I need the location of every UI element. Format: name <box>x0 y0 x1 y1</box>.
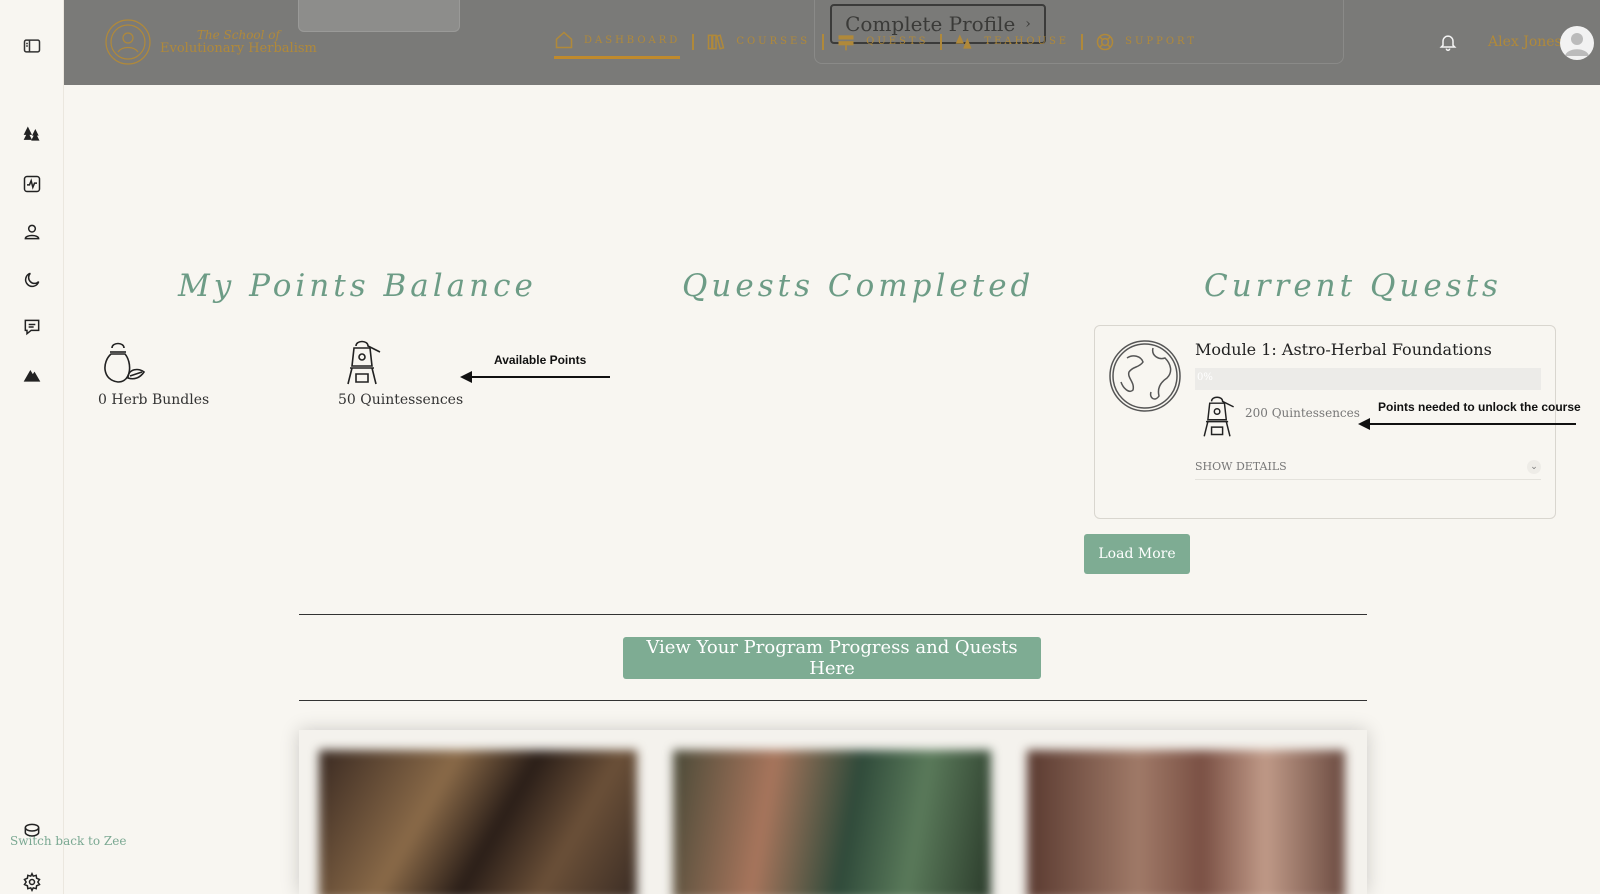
points-balance-title: My Points Balance <box>178 268 537 304</box>
nav-courses-label: COURSES <box>736 36 811 47</box>
show-details-toggle[interactable]: SHOW DETAILS ⌄ <box>1195 454 1541 480</box>
logo-line-2: Evolutionary Herbalism <box>160 41 317 56</box>
left-sidebar: Switch back to Zee <box>0 0 126 894</box>
books-icon <box>708 33 725 50</box>
trees-icon <box>956 34 972 49</box>
avatar[interactable] <box>1560 26 1594 60</box>
divider <box>299 614 1367 615</box>
available-points-annotation: Available Points <box>494 353 587 367</box>
load-more-button[interactable]: Load More <box>1084 534 1190 574</box>
herb-bundle-icon <box>104 342 146 383</box>
nav-teahouse-label: TEAHOUSE <box>984 36 1070 47</box>
globe-icon <box>1109 340 1181 412</box>
main-nav: DASHBOARD COURSES QUESTS TEAHOUSE SUPPOR… <box>554 30 1197 59</box>
nav-teahouse[interactable]: TEAHOUSE <box>954 32 1069 58</box>
divider <box>299 700 1367 701</box>
still-alembic-icon <box>1203 396 1234 437</box>
herb-bundles-balance: 0 Herb Bundles <box>98 338 209 408</box>
nav-support[interactable]: SUPPORT <box>1095 32 1197 58</box>
points-needed-arrow <box>1358 418 1576 430</box>
view-program-progress-button[interactable]: View Your Program Progress and Quests He… <box>623 637 1041 679</box>
activity-icon[interactable] <box>20 172 44 196</box>
quest-progress-label: 0% <box>1197 372 1213 383</box>
quintessences-label: 50 Quintessences <box>338 392 464 408</box>
nav-divider <box>940 33 943 50</box>
signpost-icon <box>838 34 854 50</box>
still-alembic-icon <box>347 340 381 385</box>
bell-icon[interactable] <box>1438 32 1458 52</box>
quest-title: Module 1: Astro-Herbal Foundations <box>1195 340 1492 359</box>
points-needed-annotation: Points needed to unlock the course <box>1378 400 1581 414</box>
content-card-image[interactable] <box>319 750 637 894</box>
school-seal-icon <box>105 19 151 65</box>
available-points-arrow <box>460 371 610 383</box>
avatar-placeholder-icon <box>1565 33 1589 56</box>
settings-gear-icon[interactable] <box>20 870 44 894</box>
nav-divider <box>822 33 825 50</box>
overlay-placeholder-box <box>298 0 460 32</box>
nav-quests[interactable]: QUESTS <box>836 32 928 58</box>
nav-divider <box>1081 33 1084 50</box>
top-header: Complete Profile › The School of Evoluti… <box>64 0 1600 85</box>
support-icon <box>1096 33 1114 50</box>
quests-completed-title: Quests Completed <box>682 268 1035 304</box>
content-card-image[interactable] <box>1027 750 1345 894</box>
herb-bundles-label: 0 Herb Bundles <box>98 392 210 408</box>
content-card-image[interactable] <box>673 750 991 894</box>
quintessences-balance: 50 Quintessences <box>338 338 463 408</box>
moon-icon[interactable] <box>20 268 44 292</box>
nav-dashboard[interactable]: DASHBOARD <box>554 30 681 59</box>
home-icon <box>555 31 573 49</box>
nav-dashboard-label: DASHBOARD <box>584 34 681 46</box>
forest-icon[interactable] <box>20 122 44 146</box>
user-icon[interactable] <box>20 220 44 244</box>
quest-points-required: 200 Quintessences <box>1245 406 1360 420</box>
user-name[interactable]: Alex Jones <box>1488 34 1562 50</box>
current-quests-title: Current Quests <box>1204 268 1502 304</box>
nav-quests-label: QUESTS <box>866 36 929 47</box>
school-logo[interactable]: The School of Evolutionary Herbalism <box>104 18 317 66</box>
chat-icon[interactable] <box>20 315 44 339</box>
nav-divider <box>692 33 695 50</box>
nav-courses[interactable]: COURSES <box>706 32 810 58</box>
sidebar-toggle-icon[interactable] <box>20 34 44 58</box>
quest-card[interactable]: Module 1: Astro-Herbal Foundations 0% 20… <box>1094 325 1556 519</box>
switch-back-link[interactable]: Switch back to Zee <box>10 834 126 848</box>
nav-support-label: SUPPORT <box>1125 36 1198 47</box>
quest-progress-bar: 0% <box>1195 368 1541 390</box>
mountain-icon[interactable] <box>20 363 44 387</box>
chevron-down-icon: ⌄ <box>1527 459 1541 474</box>
content-cards-row <box>299 730 1367 894</box>
show-details-label: SHOW DETAILS <box>1195 460 1287 473</box>
